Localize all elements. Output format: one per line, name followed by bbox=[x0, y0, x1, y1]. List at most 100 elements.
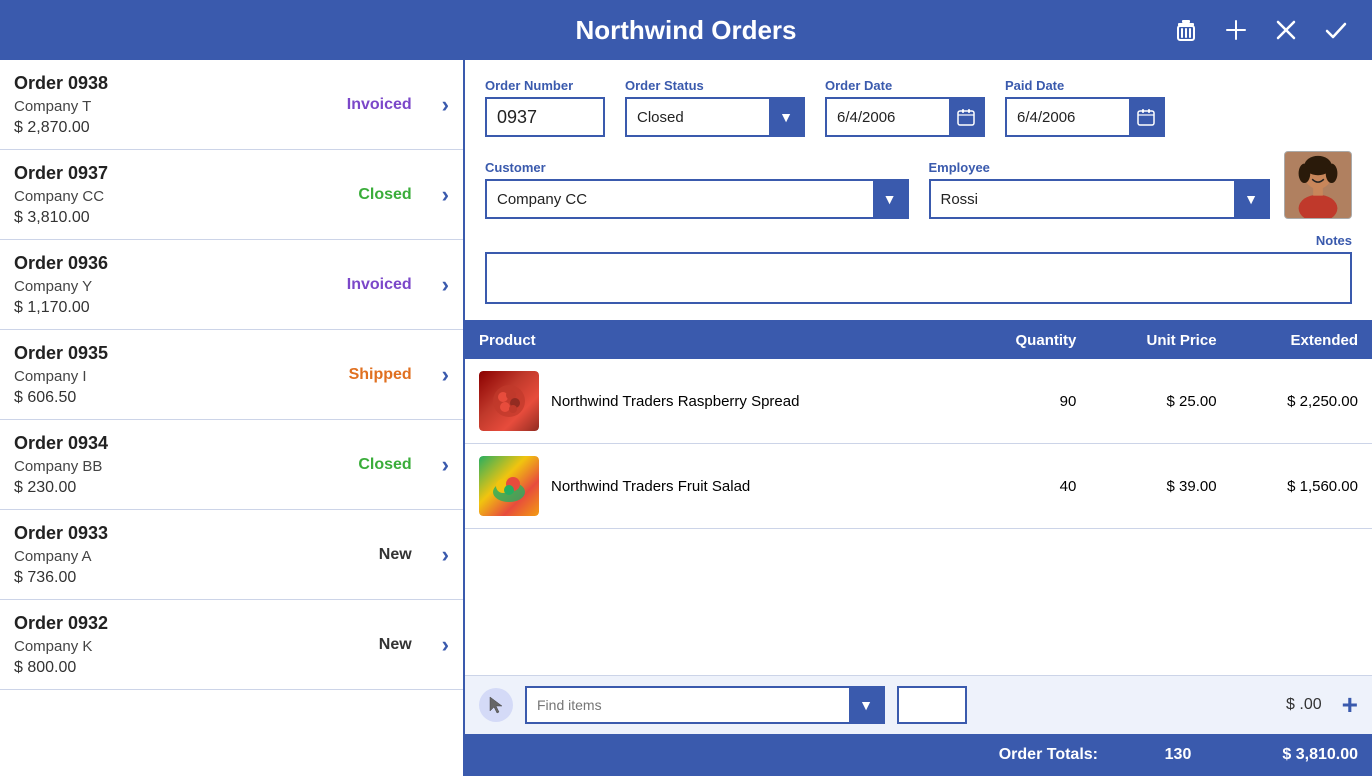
order-company: Company A bbox=[14, 548, 322, 565]
employee-dropdown-btn[interactable]: ▼ bbox=[1234, 181, 1268, 217]
order-chevron-icon: › bbox=[442, 272, 449, 298]
delete-button[interactable] bbox=[1166, 10, 1206, 50]
col-product: Product bbox=[465, 322, 963, 359]
paid-date-picker[interactable]: 6/4/2006 bbox=[1005, 97, 1165, 137]
confirm-button[interactable] bbox=[1316, 10, 1356, 50]
paid-date-value: 6/4/2006 bbox=[1007, 99, 1129, 135]
order-item-0938[interactable]: Order 0938 Company T $ 2,870.00 Invoiced… bbox=[0, 60, 463, 150]
order-status-dropdown-btn[interactable]: ▼ bbox=[769, 99, 803, 135]
find-items-wrapper[interactable]: ▼ bbox=[525, 686, 885, 724]
order-item-0932[interactable]: Order 0932 Company K $ 800.00 New › bbox=[0, 600, 463, 690]
order-status: New bbox=[322, 546, 412, 564]
x-icon bbox=[1272, 16, 1300, 44]
find-items-input[interactable] bbox=[527, 688, 849, 722]
product-name-cell: Northwind Traders Fruit Salad bbox=[465, 444, 963, 529]
order-company: Company I bbox=[14, 368, 322, 385]
cursor-icon bbox=[479, 688, 513, 722]
notes-textarea[interactable] bbox=[485, 252, 1352, 304]
paid-date-field: Paid Date 6/4/2006 bbox=[1005, 78, 1165, 137]
main-layout: Order 0938 Company T $ 2,870.00 Invoiced… bbox=[0, 60, 1372, 776]
order-number-label: Order Number bbox=[485, 78, 605, 93]
order-company: Company Y bbox=[14, 278, 322, 295]
customer-select[interactable]: Company CC ▼ bbox=[485, 179, 909, 219]
product-cell: Northwind Traders Raspberry Spread bbox=[479, 371, 949, 431]
products-section: Product Quantity Unit Price Extended Nor… bbox=[465, 322, 1372, 675]
order-form: Order Number Order Status Closed ▼ Order… bbox=[465, 60, 1372, 322]
products-table-header: Product Quantity Unit Price Extended bbox=[465, 322, 1372, 359]
order-company: Company BB bbox=[14, 458, 322, 475]
totals-amount: $ 3,810.00 bbox=[1218, 746, 1358, 764]
order-status: Closed bbox=[322, 456, 412, 474]
product-thumbnail bbox=[479, 371, 539, 431]
order-status: Shipped bbox=[322, 366, 412, 384]
order-info: Order 0935 Company I $ 606.50 bbox=[14, 343, 322, 407]
order-info: Order 0937 Company CC $ 3,810.00 bbox=[14, 163, 322, 227]
totals-label: Order Totals: bbox=[479, 746, 1098, 764]
order-company: Company T bbox=[14, 98, 322, 115]
order-status-field: Order Status Closed ▼ bbox=[625, 78, 805, 137]
order-date-picker[interactable]: 6/4/2006 bbox=[825, 97, 985, 137]
add-item-qty-input[interactable] bbox=[897, 686, 967, 724]
product-quantity: 40 bbox=[963, 444, 1090, 529]
table-row[interactable]: Northwind Traders Fruit Salad 40 $ 39.00… bbox=[465, 444, 1372, 529]
totals-quantity: 130 bbox=[1138, 746, 1218, 764]
order-info: Order 0938 Company T $ 2,870.00 bbox=[14, 73, 322, 137]
table-row[interactable]: Northwind Traders Raspberry Spread 90 $ … bbox=[465, 359, 1372, 444]
order-status-value: Closed bbox=[627, 99, 769, 135]
form-row-2: Customer Company CC ▼ Employee Rossi ▼ bbox=[485, 151, 1352, 219]
order-date-calendar-btn[interactable] bbox=[949, 99, 983, 135]
products-table-body: Northwind Traders Raspberry Spread 90 $ … bbox=[465, 359, 1372, 529]
order-item-0937[interactable]: Order 0937 Company CC $ 3,810.00 Closed … bbox=[0, 150, 463, 240]
find-items-dropdown-btn[interactable]: ▼ bbox=[849, 688, 883, 722]
product-extended: $ 1,560.00 bbox=[1231, 444, 1372, 529]
checkmark-icon bbox=[1322, 16, 1350, 44]
order-item-0936[interactable]: Order 0936 Company Y $ 1,170.00 Invoiced… bbox=[0, 240, 463, 330]
cancel-button[interactable] bbox=[1266, 10, 1306, 50]
order-amount: $ 1,170.00 bbox=[14, 299, 322, 317]
order-item-0933[interactable]: Order 0933 Company A $ 736.00 New › bbox=[0, 510, 463, 600]
product-thumbnail bbox=[479, 456, 539, 516]
cursor-svg bbox=[486, 695, 506, 715]
order-info: Order 0936 Company Y $ 1,170.00 bbox=[14, 253, 322, 317]
order-chevron-icon: › bbox=[442, 182, 449, 208]
order-chevron-icon: › bbox=[442, 92, 449, 118]
order-title: Order 0935 bbox=[14, 343, 322, 364]
customer-dropdown-btn[interactable]: ▼ bbox=[873, 181, 907, 217]
order-date-field: Order Date 6/4/2006 bbox=[825, 78, 985, 137]
product-cell: Northwind Traders Fruit Salad bbox=[479, 456, 949, 516]
col-extended: Extended bbox=[1231, 322, 1372, 359]
totals-row: Order Totals: 130 $ 3,810.00 bbox=[465, 734, 1372, 776]
customer-value: Company CC bbox=[487, 181, 873, 217]
add-item-button[interactable]: + bbox=[1342, 689, 1358, 721]
employee-select[interactable]: Rossi ▼ bbox=[929, 179, 1271, 219]
calendar-icon bbox=[957, 108, 975, 126]
order-number-field: Order Number bbox=[485, 78, 605, 137]
order-company: Company K bbox=[14, 638, 322, 655]
add-item-row: ▼ $ .00 + bbox=[465, 675, 1372, 734]
order-title: Order 0933 bbox=[14, 523, 322, 544]
add-button[interactable] bbox=[1216, 10, 1256, 50]
paid-date-calendar-btn[interactable] bbox=[1129, 99, 1163, 135]
product-unit-price: $ 39.00 bbox=[1090, 444, 1230, 529]
order-status-select[interactable]: Closed ▼ bbox=[625, 97, 805, 137]
order-chevron-icon: › bbox=[442, 542, 449, 568]
form-row-1: Order Number Order Status Closed ▼ Order… bbox=[485, 78, 1352, 137]
product-quantity: 90 bbox=[963, 359, 1090, 444]
order-status: New bbox=[322, 636, 412, 654]
product-unit-price: $ 25.00 bbox=[1090, 359, 1230, 444]
order-info: Order 0934 Company BB $ 230.00 bbox=[14, 433, 322, 497]
app-header: Northwind Orders bbox=[0, 0, 1372, 60]
order-amount: $ 230.00 bbox=[14, 479, 322, 497]
order-date-label: Order Date bbox=[825, 78, 985, 93]
order-item-0935[interactable]: Order 0935 Company I $ 606.50 Shipped › bbox=[0, 330, 463, 420]
customer-label: Customer bbox=[485, 160, 909, 175]
order-item-0934[interactable]: Order 0934 Company BB $ 230.00 Closed › bbox=[0, 420, 463, 510]
plus-icon bbox=[1222, 16, 1250, 44]
order-status: Invoiced bbox=[322, 96, 412, 114]
col-unit-price: Unit Price bbox=[1090, 322, 1230, 359]
col-quantity: Quantity bbox=[963, 322, 1090, 359]
orders-list: Order 0938 Company T $ 2,870.00 Invoiced… bbox=[0, 60, 465, 776]
order-number-input[interactable] bbox=[485, 97, 605, 137]
employee-photo bbox=[1284, 151, 1352, 219]
notes-row: Notes bbox=[485, 233, 1352, 304]
